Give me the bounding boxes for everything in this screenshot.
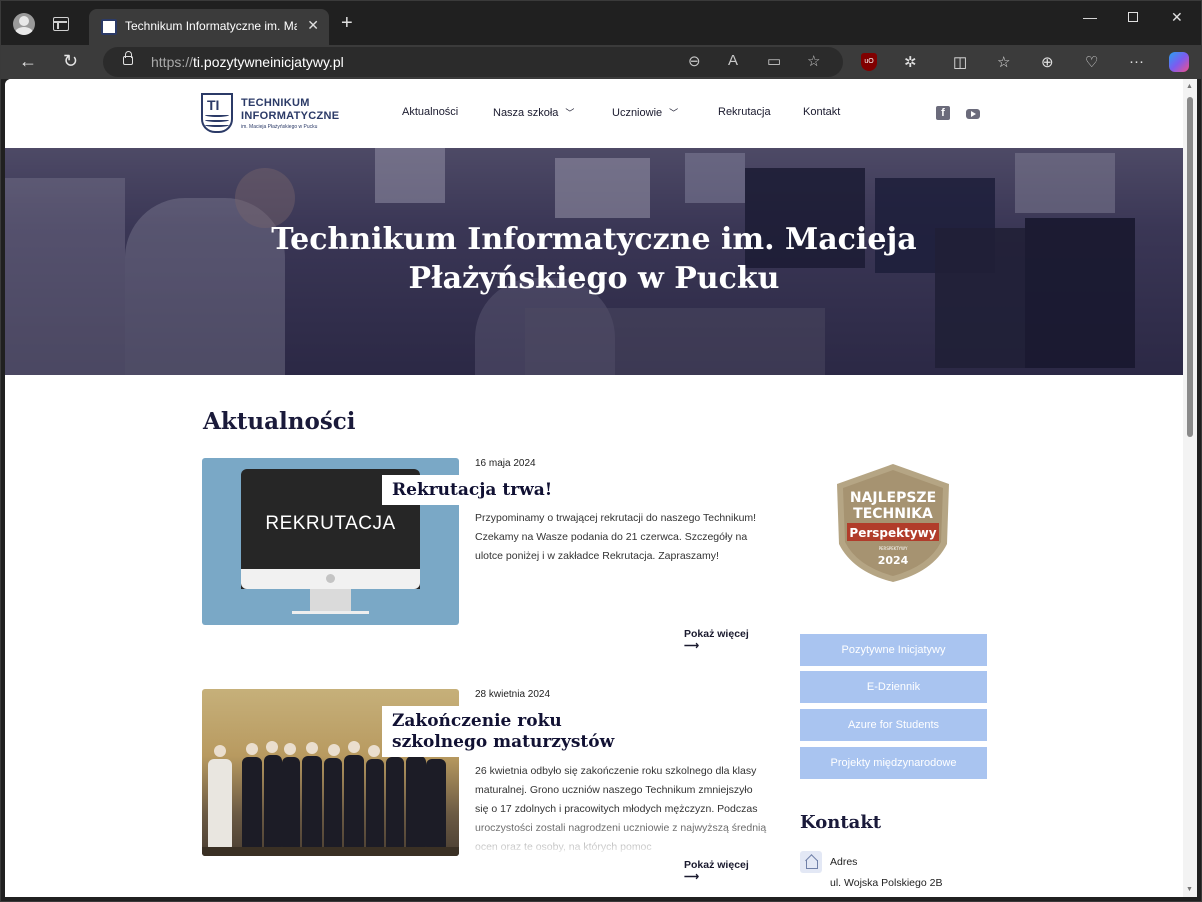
scroll-thumb[interactable] (1187, 97, 1193, 437)
close-icon[interactable]: ✕ (307, 17, 319, 34)
scroll-down-icon[interactable]: ▼ (1186, 886, 1193, 893)
sidebar-title-contact: Kontakt (795, 812, 882, 833)
ublock-icon[interactable]: uO (861, 53, 877, 71)
lock-icon[interactable] (123, 51, 133, 65)
site-header: TI TECHNIKUM INFORMATYCZNE im. Macieja P… (5, 79, 1183, 148)
page-viewport: TI TECHNIKUM INFORMATYCZNE im. Macieja P… (5, 79, 1197, 897)
url-text[interactable]: https://ti.pozytywneinicjatywy.pl (151, 54, 344, 70)
immersive-reader-icon[interactable]: ▭ (767, 52, 781, 70)
nav-item-uczniowie[interactable]: Uczniowie ﹀ (612, 106, 678, 119)
news-image-text: REKRUTACJA (265, 513, 396, 534)
youtube-icon[interactable] (966, 109, 980, 119)
read-aloud-icon[interactable]: A (728, 52, 738, 69)
browser-essentials-icon[interactable]: ♡ (1085, 53, 1098, 71)
news-date: 28 kwietnia 2024 (475, 689, 551, 700)
show-more-link[interactable]: Pokaż więcej ⟶ (684, 628, 762, 652)
profile-icon[interactable] (13, 13, 35, 35)
news-title[interactable]: Rekrutacja trwa! (382, 475, 563, 505)
tab-actions-icon[interactable] (53, 17, 69, 31)
badge-small: PERSPEKTYWY (879, 546, 908, 551)
sidebar-button-projekty-miedzynarodowe[interactable]: Projekty międzynarodowe (800, 747, 987, 779)
hero-banner: Technikum Informatyczne im. Macieja Płaż… (5, 148, 1183, 375)
nav-item-kontakt[interactable]: Kontakt (803, 106, 840, 118)
scroll-up-icon[interactable]: ▲ (1186, 83, 1193, 90)
address-value: ul. Wojska Polskiego 2B (830, 877, 943, 889)
address-label: Adres (830, 856, 858, 868)
badge-year: 2024 (878, 554, 909, 567)
sidebar-button-azure-for-students[interactable]: Azure for Students (800, 709, 987, 741)
news-date: 16 maja 2024 (475, 458, 536, 469)
sidebar-button-e-dziennik[interactable]: E-Dziennik (800, 671, 987, 703)
show-more-link[interactable]: Pokaż więcej ⟶ (684, 859, 762, 883)
badge-ribbon: Perspektywy (849, 526, 936, 540)
refresh-icon[interactable]: ↻ (63, 51, 78, 71)
chevron-down-icon: ﹀ (669, 108, 679, 118)
facebook-icon[interactable]: f (936, 106, 950, 120)
active-tab[interactable]: Technikum Informatyczne im. Ma ✕ (89, 9, 329, 45)
title-bar: Technikum Informatyczne im. Ma ✕ + — ✕ (1, 1, 1201, 45)
site-favicon-icon (101, 19, 117, 35)
collections-icon[interactable]: ⊕ (1041, 53, 1054, 71)
logo-text[interactable]: INFORMATYCZNE (241, 110, 339, 122)
logo-text[interactable]: TECHNIKUM (241, 97, 310, 109)
hero-title: Technikum Informatyczne im. Macieja Płaż… (271, 222, 917, 296)
more-icon[interactable]: ··· (1129, 53, 1144, 70)
favorites-icon[interactable]: ☆ (997, 53, 1010, 71)
news-item: 28 kwietnia 2024 Zakończenie roku szkoln… (202, 689, 767, 883)
news-excerpt: Przypominamy o trwającej rekrutacji do n… (475, 512, 757, 562)
news-item: REKRUTACJA 16 maja 2024 Rekrutacja trwa!… (202, 458, 762, 652)
best-schools-badge[interactable]: NAJLEPSZE TECHNIKA Perspektywy PERSPEKTY… (833, 462, 953, 584)
badge-line2: TECHNIKA (853, 506, 933, 522)
minimize-icon[interactable]: — (1083, 9, 1097, 25)
nav-item-rekrutacja[interactable]: Rekrutacja (718, 106, 771, 118)
zoom-out-icon[interactable]: ⊖ (688, 52, 701, 70)
badge-line1: NAJLEPSZE (850, 490, 936, 506)
address-bar[interactable]: https://ti.pozytywneinicjatywy.pl ⊖ A ▭ … (103, 47, 843, 77)
window-close-icon[interactable]: ✕ (1171, 9, 1183, 26)
home-icon (800, 851, 822, 873)
chevron-down-icon: ﹀ (565, 108, 575, 118)
browser-window: Technikum Informatyczne im. Ma ✕ + — ✕ ←… (0, 0, 1202, 902)
extensions-icon[interactable]: ✲ (904, 53, 917, 71)
nav-item-nasza-szkola[interactable]: Nasza szkoła ﹀ (493, 106, 574, 119)
page-scrollbar[interactable]: ▲ ▼ (1183, 79, 1197, 897)
back-icon[interactable]: ← (19, 51, 37, 71)
split-screen-icon[interactable]: ◫ (953, 53, 967, 71)
new-tab-icon[interactable]: + (341, 13, 353, 33)
news-title[interactable]: Zakończenie roku szkolnego maturzystów (382, 706, 662, 757)
tab-title: Technikum Informatyczne im. Ma (125, 19, 297, 33)
maximize-icon[interactable] (1128, 12, 1138, 22)
nav-item-aktualnosci[interactable]: Aktualności (402, 106, 458, 118)
sidebar-button-pozytywne-inicjatywy[interactable]: Pozytywne Inicjatywy (800, 634, 987, 666)
copilot-icon[interactable] (1169, 52, 1189, 72)
logo-subtitle: im. Macieja Płażyńskiego w Pucku (241, 124, 318, 130)
section-title-news: Aktualności (197, 408, 356, 435)
favorite-star-icon[interactable]: ☆ (807, 52, 820, 70)
browser-toolbar: ← ↻ https://ti.pozytywneinicjatywy.pl ⊖ … (1, 45, 1201, 79)
school-logo-icon[interactable]: TI (201, 93, 233, 133)
